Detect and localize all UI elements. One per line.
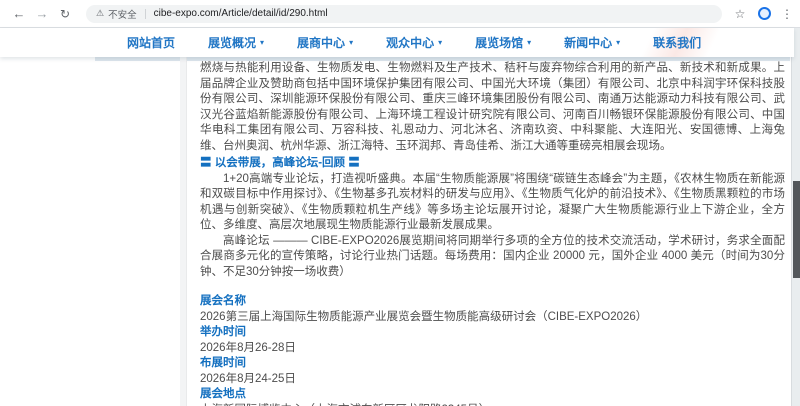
nav-item-overview[interactable]: 展览概况 ▾ bbox=[208, 34, 264, 51]
reload-icon[interactable]: ↻ bbox=[56, 8, 74, 20]
browser-toolbar: ← → ↻ ⚠ 不安全 cibe-expo.com/Article/detail… bbox=[0, 0, 800, 28]
bookmark-star-icon[interactable]: ☆ bbox=[732, 8, 748, 20]
url-text: cibe-expo.com/Article/detail/id/290.html bbox=[154, 8, 328, 19]
section-heading-expo-name: 展会名称 bbox=[200, 294, 785, 310]
browser-window: ← → ↻ ⚠ 不安全 cibe-expo.com/Article/detail… bbox=[0, 0, 800, 406]
nav-item-label: 联系我们 bbox=[653, 34, 701, 51]
omnibox-divider bbox=[145, 9, 146, 19]
nav-item-label: 网站首页 bbox=[127, 34, 175, 51]
paragraph-forum-theme: 1+20高端专业论坛，打造视听盛典。本届“生物质能源展”将围绕“碳链生态峰会”为… bbox=[200, 172, 785, 234]
section-banner-heading: 〓 以会带展，高峰论坛-回顾 〓 bbox=[200, 156, 785, 172]
nav-item-label: 展览概况 bbox=[208, 34, 256, 51]
section-body-venue: 上海新国际博览中心（上海市浦东新区区龙阳路2345号） bbox=[200, 403, 785, 406]
browser-menu-icon[interactable]: ⋮ bbox=[780, 8, 794, 20]
back-icon[interactable]: ← bbox=[10, 7, 28, 20]
paragraph-exhibitors: 燃烧与热能利用设备、生物质发电、生物燃料及生产技术、秸秆与废弃物综合利用的新产品… bbox=[200, 61, 785, 154]
section-heading-setup-dates: 布展时间 bbox=[200, 356, 785, 372]
nav-item-exhibitor-center[interactable]: 展商中心 ▾ bbox=[297, 34, 353, 51]
nav-item-venue[interactable]: 展览场馆 ▾ bbox=[475, 34, 531, 51]
not-secure-warning-icon: ⚠ bbox=[96, 9, 104, 18]
nav-item-visitor-center[interactable]: 观众中心 ▾ bbox=[386, 34, 442, 51]
chevron-down-icon: ▾ bbox=[349, 39, 353, 47]
nav-item-label: 观众中心 bbox=[386, 34, 434, 51]
nav-item-home[interactable]: 网站首页 bbox=[127, 34, 175, 51]
nav-item-label: 展商中心 bbox=[297, 34, 345, 51]
section-heading-expo-dates: 举办时间 bbox=[200, 325, 785, 341]
article-content: 燃烧与热能利用设备、生物质发电、生物燃料及生产技术、秸秆与废弃物综合利用的新产品… bbox=[200, 57, 785, 406]
page-margin-edge bbox=[180, 57, 187, 406]
scrollbar-thumb[interactable] bbox=[793, 181, 800, 278]
forward-icon[interactable]: → bbox=[33, 7, 51, 20]
section-body-expo-name: 2026第三届上海国际生物质能源产业展览会暨生物质能高级研讨会（CIBE-EXP… bbox=[200, 310, 785, 326]
section-body-setup-dates: 2026年8月24-25日 bbox=[200, 372, 785, 388]
address-bar[interactable]: ⚠ 不安全 cibe-expo.com/Article/detail/id/29… bbox=[86, 5, 722, 23]
security-label: 不安全 bbox=[108, 7, 137, 21]
section-heading-venue: 展会地点 bbox=[200, 387, 785, 403]
nav-item-label: 新闻中心 bbox=[564, 34, 612, 51]
scrollbar[interactable] bbox=[791, 28, 800, 406]
info-sections: 展会名称 2026第三届上海国际生物质能源产业展览会暨生物质能高级研讨会（CIB… bbox=[200, 294, 785, 406]
profile-avatar[interactable] bbox=[758, 7, 771, 20]
chevron-down-icon: ▾ bbox=[616, 39, 620, 47]
chevron-down-icon: ▾ bbox=[438, 39, 442, 47]
nav-item-contact[interactable]: 联系我们 bbox=[653, 34, 701, 51]
nav-item-news-center[interactable]: 新闻中心 ▾ bbox=[564, 34, 620, 51]
site-nav: 网站首页 展览概况 ▾ 展商中心 ▾ 观众中心 ▾ 展览场馆 ▾ 新闻中心 ▾ … bbox=[0, 28, 794, 57]
paragraph-forum-fees: 高峰论坛 ——— CIBE-EXPO2026展览期间将同期举行多项的全方位的技术… bbox=[200, 234, 785, 281]
chevron-down-icon: ▾ bbox=[260, 39, 264, 47]
nav-item-label: 展览场馆 bbox=[475, 34, 523, 51]
chevron-down-icon: ▾ bbox=[527, 39, 531, 47]
section-body-expo-dates: 2026年8月26-28日 bbox=[200, 341, 785, 357]
